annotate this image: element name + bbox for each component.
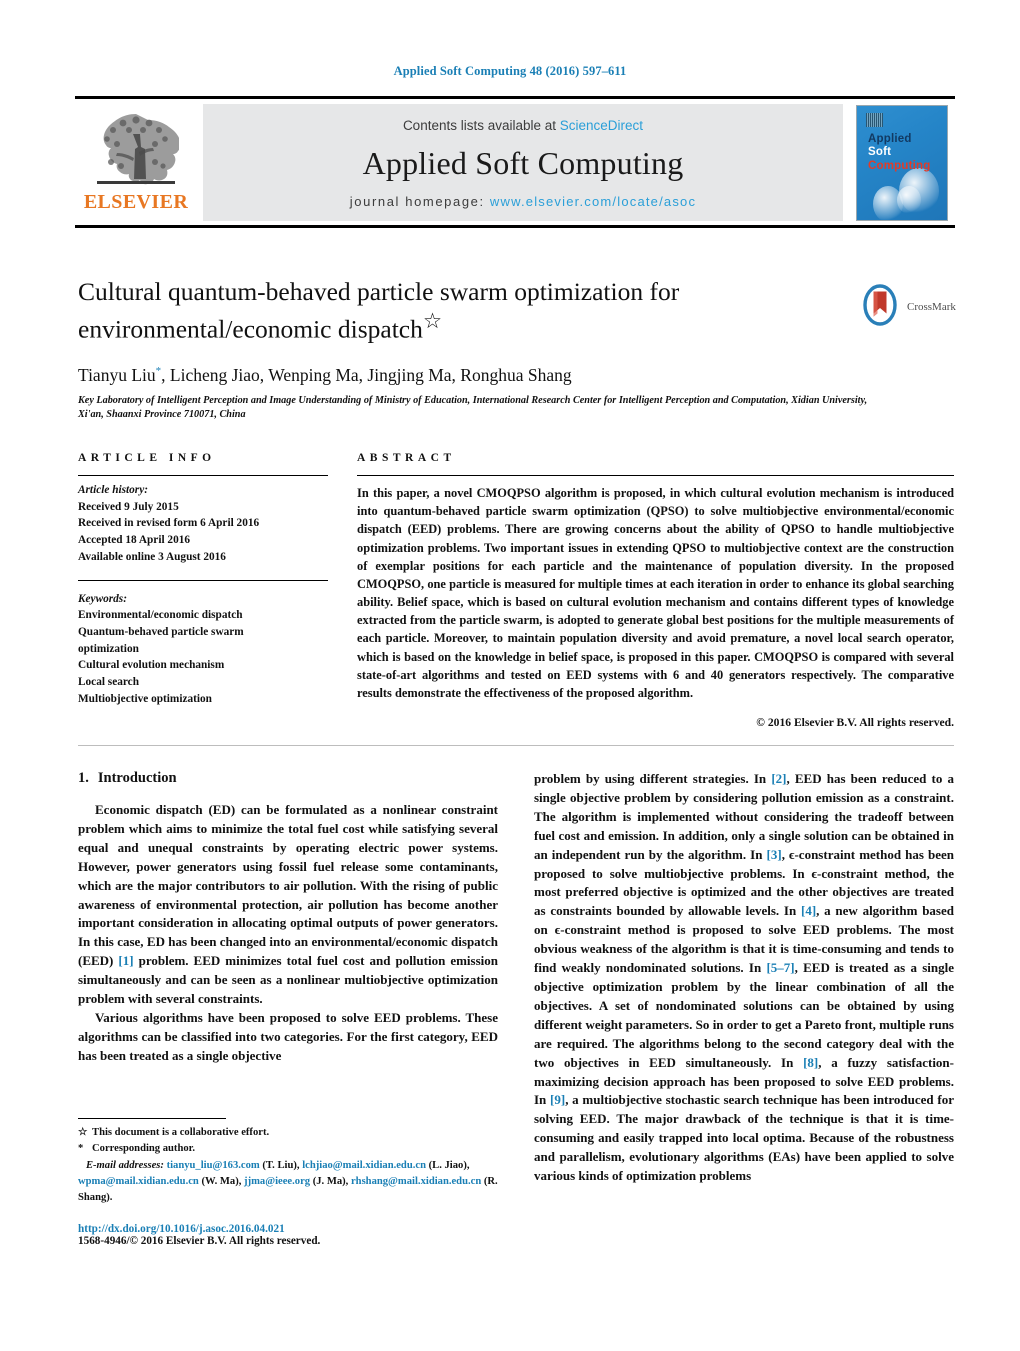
footnote-emails: E-mail addresses: tianyu_liu@163.com (T.… — [78, 1158, 498, 1206]
citation-link[interactable]: [2] — [771, 771, 786, 786]
footnote-corr-text: Corresponding author. — [92, 1142, 196, 1154]
history-item: Received in revised form 6 April 2016 — [78, 517, 260, 530]
elsevier-wordmark: ELSEVIER — [83, 191, 189, 213]
footnote-marker-asterisk: * — [78, 1142, 84, 1154]
citation-link[interactable]: [5–7] — [766, 960, 794, 975]
cover-line-soft: Soft — [868, 146, 892, 159]
section-number: 1. — [78, 770, 89, 786]
email-link[interactable]: tianyu_liu@163.com — [167, 1160, 260, 1171]
crossmark-label: CrossMark — [907, 301, 956, 313]
keywords-block: Keywords: Environmental/economic dispatc… — [78, 585, 328, 708]
citation-link[interactable]: [9] — [550, 1092, 565, 1107]
article-info-column: ARTICLE INFO Article history: Received 9… — [78, 452, 328, 708]
title-block: Cultural quantum-behaved particle swarm … — [78, 276, 867, 423]
affiliation: Key Laboratory of Intelligent Perception… — [78, 394, 868, 421]
elsevier-logo: ELSEVIER — [75, 104, 197, 221]
paper-title-text: Cultural quantum-behaved particle swarm … — [78, 277, 680, 344]
keyword-item: Quantum-behaved particle swarm — [78, 626, 244, 639]
journal-cover-image: Applied Soft Computing — [856, 104, 948, 221]
body-column-right: problem by using different strategies. I… — [534, 770, 954, 1186]
masthead-center: Contents lists available at ScienceDirec… — [203, 104, 843, 221]
page-title: Cultural quantum-behaved particle swarm … — [78, 276, 848, 345]
footnote-divider — [78, 1118, 226, 1119]
journal-cover-block: Applied Soft Computing — [849, 104, 955, 221]
citation-link[interactable]: [3] — [767, 847, 782, 862]
cover-line-computing: Computing — [868, 159, 931, 172]
paragraph-text: Economic dispatch (ED) can be formulated… — [78, 802, 498, 969]
barcode-icon — [866, 112, 883, 127]
citation-link[interactable]: [1] — [118, 953, 133, 968]
author-rest: , Licheng Jiao, Wenping Ma, Jingjing Ma,… — [161, 364, 572, 385]
journal-homepage-link[interactable]: www.elsevier.com/locate/asoc — [490, 194, 696, 209]
title-footnote-marker[interactable]: ☆ — [423, 309, 442, 333]
section-title: Introduction — [97, 770, 177, 786]
footnote-collaborative: ☆ This document is a collaborative effort… — [78, 1125, 498, 1141]
email-person: (T. Liu), — [259, 1159, 303, 1171]
footnote-block: ☆ This document is a collaborative effort… — [78, 1118, 498, 1247]
journal-title: Applied Soft Computing — [362, 145, 684, 181]
history-item: Available online 3 August 2016 — [78, 550, 226, 563]
doi-link[interactable]: http://dx.doi.org/10.1016/j.asoc.2016.04… — [78, 1223, 498, 1235]
running-head: Applied Soft Computing 48 (2016) 597–611 — [393, 64, 627, 78]
email-link[interactable]: rhshang@mail.xidian.edu.cn — [351, 1176, 481, 1187]
email-link[interactable]: wpma@mail.xidian.edu.cn — [78, 1176, 199, 1187]
cover-line-applied: Applied — [868, 132, 912, 145]
footnote-collab-text: This document is a collaborative effort. — [92, 1127, 270, 1138]
journal-homepage-line: journal homepage: www.elsevier.com/locat… — [350, 194, 696, 209]
abstract-text: In this paper, a novel CMOQPSO algorithm… — [357, 486, 954, 700]
sciencedirect-link[interactable]: ScienceDirect — [560, 118, 643, 133]
abstract-column: ABSTRACT In this paper, a novel CMOQPSO … — [357, 452, 954, 729]
email-person: (J. Ma), — [310, 1175, 351, 1187]
keyword-item: Cultural evolution mechanism — [78, 659, 225, 672]
divider — [78, 745, 954, 746]
keywords-label: Keywords: — [78, 592, 127, 605]
paragraph-text: problem by using different strategies. I… — [534, 771, 772, 786]
elsevier-tree-icon — [93, 108, 179, 190]
author-first: Tianyu Liu — [78, 364, 156, 385]
keyword-item: Local search — [78, 676, 139, 689]
footnote-marker-star: ☆ — [78, 1127, 88, 1138]
keyword-item: optimization — [78, 642, 139, 655]
author-list: Tianyu Liu*, Licheng Jiao, Wenping Ma, J… — [78, 365, 848, 386]
history-item: Received 9 July 2015 — [78, 500, 179, 513]
email-link[interactable]: jjma@ieee.org — [244, 1176, 310, 1187]
email-link[interactable]: lchjiao@mail.xidian.edu.cn — [302, 1160, 426, 1171]
cover-title: Applied Soft Computing — [868, 133, 930, 174]
homepage-prefix: journal homepage: — [349, 194, 490, 209]
body-column-left: 1. Introduction Economic dispatch (ED) ca… — [78, 770, 498, 1066]
issn-copyright-line: 1568-4946/© 2016 Elsevier B.V. All right… — [78, 1235, 321, 1248]
email-addresses-label: E-mail addresses: — [78, 1159, 167, 1171]
paragraph: problem by using different strategies. I… — [534, 770, 954, 1186]
keyword-item: Multiobjective optimization — [78, 692, 212, 705]
abstract-heading: ABSTRACT — [357, 452, 456, 464]
section-heading-introduction: 1. Introduction — [78, 770, 498, 787]
paragraph: Various algorithms have been proposed to… — [78, 1009, 498, 1063]
article-info-heading: ARTICLE INFO — [78, 452, 216, 464]
contents-prefix: Contents lists available at — [402, 118, 560, 133]
history-item: Accepted 18 April 2016 — [78, 534, 191, 547]
paragraph-text-tail: problem. EED minimizes total fuel cost a… — [78, 953, 498, 1007]
email-person: (L. Jiao), — [425, 1159, 470, 1171]
citation-link[interactable]: [8] — [803, 1055, 818, 1070]
divider — [78, 579, 328, 581]
paper-page: Applied Soft Computing 48 (2016) 597–611 — [0, 0, 1020, 1351]
crossmark-badge[interactable]: CrossMark — [858, 282, 958, 332]
abstract-copyright: © 2016 Elsevier B.V. All rights reserved… — [756, 716, 954, 730]
keyword-item: Environmental/economic dispatch — [78, 609, 243, 622]
paragraph-text: , EED is treated as a single objective o… — [534, 960, 954, 1070]
email-person: (W. Ma), — [198, 1175, 245, 1187]
journal-masthead: ELSEVIER Contents lists available at Sci… — [75, 96, 955, 228]
footnote-corresponding: * Corresponding author. — [78, 1141, 498, 1157]
article-history: Article history: Received 9 July 2015 Re… — [78, 476, 328, 566]
cover-blob — [897, 185, 921, 214]
citation-link[interactable]: [4] — [801, 903, 816, 918]
doi-block: http://dx.doi.org/10.1016/j.asoc.2016.04… — [78, 1223, 498, 1247]
contents-available-line: Contents lists available at ScienceDirec… — [403, 118, 643, 133]
paragraph: Economic dispatch (ED) can be formulated… — [78, 801, 498, 1009]
article-history-label: Article history: — [78, 484, 148, 496]
paragraph-text: , a multiobjective stochastic search tec… — [534, 1092, 954, 1184]
crossmark-icon — [858, 283, 902, 332]
